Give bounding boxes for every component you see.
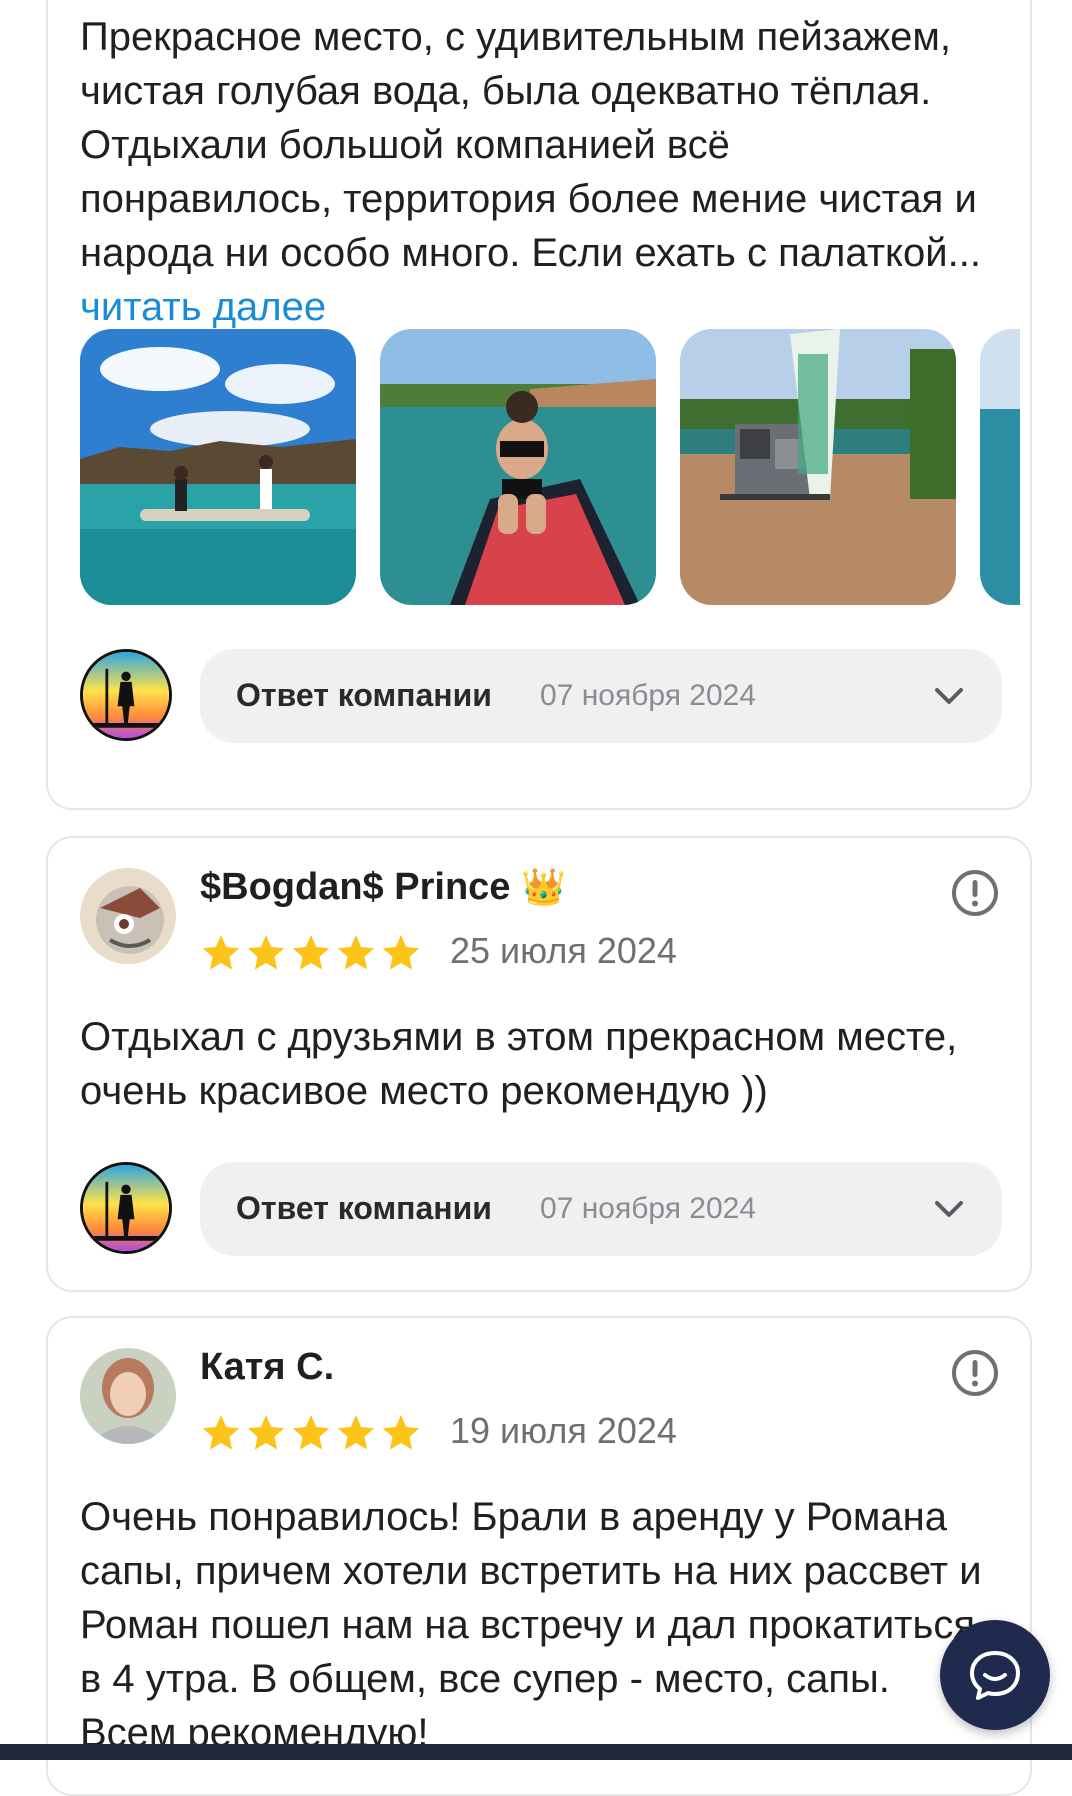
photo-gallery[interactable] <box>80 329 1020 605</box>
review-card-1: Прекрасное место, с удивительным пейзаже… <box>46 0 1032 810</box>
author-name-text: $Bogdan$ Prince <box>200 866 511 908</box>
star-icon <box>382 1415 420 1450</box>
reply-date: 07 ноября 2024 <box>540 1192 757 1225</box>
reply-date: 07 ноября 2024 <box>540 679 757 712</box>
rating-stars <box>200 1412 422 1456</box>
star-icon <box>337 1415 375 1450</box>
review-text: Прекрасное место, с удивительным пейзаже… <box>80 10 990 334</box>
read-more-link[interactable]: читать далее <box>80 285 326 329</box>
bottom-bar <box>0 1744 1072 1760</box>
review-text-body: Прекрасное место, с удивительным пейзаже… <box>80 15 981 275</box>
avatar[interactable] <box>80 868 176 964</box>
chevron-down-icon <box>935 688 963 704</box>
author-name[interactable]: $Bogdan$ Prince 👑 <box>200 866 566 909</box>
review-photo-4[interactable] <box>980 329 1020 605</box>
chat-icon <box>970 1651 1020 1700</box>
company-reply-toggle[interactable]: Ответ компании 07 ноября 2024 <box>200 1162 1002 1256</box>
review-photo-2[interactable] <box>380 329 656 605</box>
review-date: 25 июля 2024 <box>450 930 677 971</box>
avatar[interactable] <box>80 1348 176 1444</box>
star-icon <box>247 935 285 970</box>
company-reply-toggle[interactable]: Ответ компании 07 ноября 2024 <box>200 649 1002 743</box>
review-card-3: Катя С. 19 июля 2024 Очень понравилось! … <box>46 1316 1032 1796</box>
star-icon <box>337 935 375 970</box>
reply-label: Ответ компании <box>236 1190 492 1226</box>
review-photo-3[interactable] <box>680 329 956 605</box>
chat-button[interactable] <box>940 1620 1050 1730</box>
star-icon <box>202 1415 240 1450</box>
star-icon <box>202 935 240 970</box>
company-avatar <box>80 649 172 741</box>
author-name[interactable]: Катя С. <box>200 1346 334 1389</box>
star-icon <box>382 935 420 970</box>
company-avatar <box>80 1162 172 1254</box>
star-icon <box>247 1415 285 1450</box>
rating-stars <box>200 932 422 976</box>
chevron-down-icon <box>935 1201 963 1217</box>
review-date: 19 июля 2024 <box>450 1410 677 1451</box>
review-card-2: $Bogdan$ Prince 👑 25 июля 2024 Отдыхал с… <box>46 836 1032 1292</box>
star-icon <box>292 1415 330 1450</box>
complaint-icon[interactable] <box>950 868 1000 918</box>
review-text: Отдыхал с друзьями в этом прекрасном мес… <box>80 1015 958 1113</box>
review-text: Очень понравилось! Брали в аренду у Рома… <box>80 1495 982 1755</box>
complaint-icon[interactable] <box>950 1348 1000 1398</box>
reply-label: Ответ компании <box>236 677 492 713</box>
crown-icon: 👑 <box>520 867 566 908</box>
review-photo-1[interactable] <box>80 329 356 605</box>
star-icon <box>292 935 330 970</box>
